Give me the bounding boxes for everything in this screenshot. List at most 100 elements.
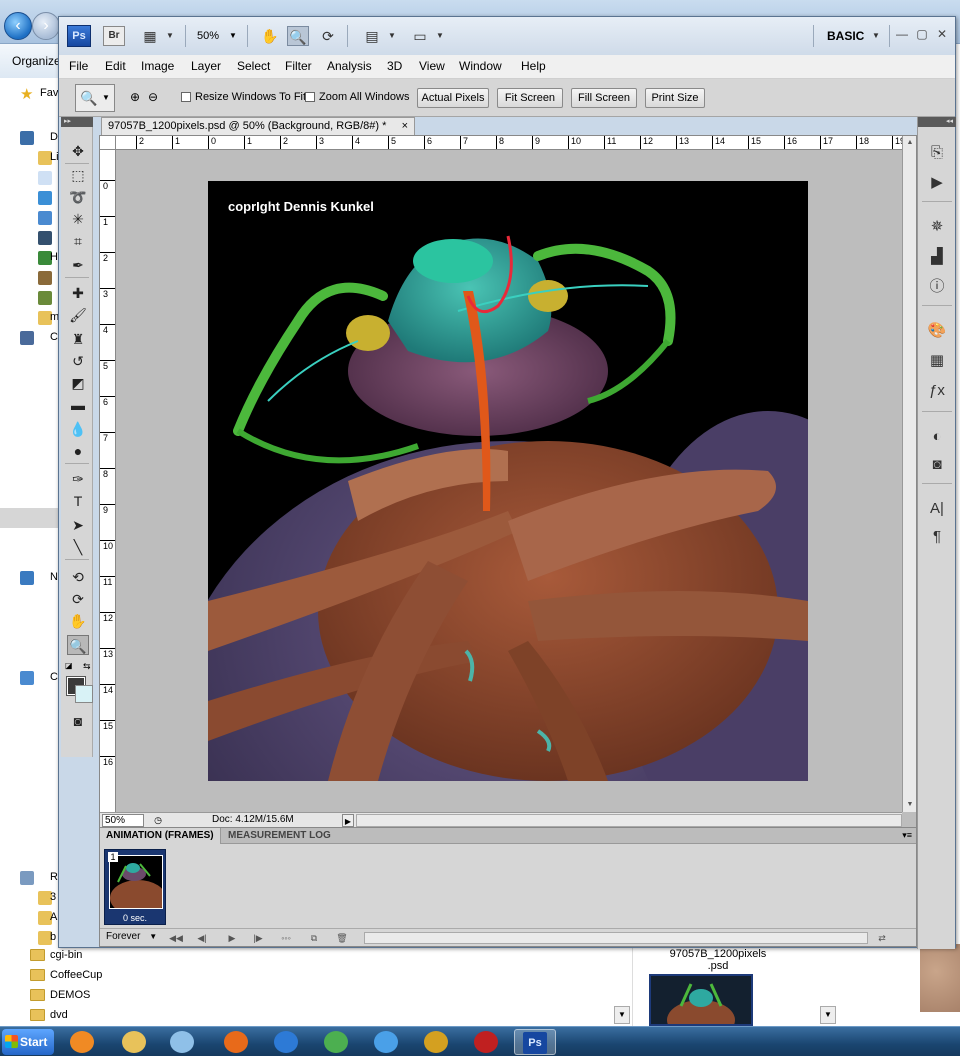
scroll-up-arrow[interactable]: ▲ [903, 136, 917, 150]
navigator-panel-icon[interactable]: ✵ [926, 217, 948, 237]
folder-item[interactable]: dvd [30, 1006, 330, 1026]
hand-tool-icon[interactable]: ✋ [67, 611, 89, 631]
nav-item[interactable]: N [0, 568, 60, 588]
menu-image[interactable]: Image [141, 59, 174, 73]
screen-mode-icon[interactable]: ▭ [409, 26, 431, 46]
zoom-field[interactable]: 50% [102, 814, 144, 827]
healing-brush-tool-icon[interactable]: ✚ [67, 283, 89, 303]
tab-measurement-log[interactable]: MEASUREMENT LOG [222, 828, 337, 844]
nav-item[interactable]: m [0, 308, 60, 328]
actions-panel-icon[interactable]: ▶ [926, 173, 948, 193]
history-brush-tool-icon[interactable]: ↺ [67, 351, 89, 371]
quick-mask-icon[interactable]: ◙ [67, 711, 89, 731]
fit-screen-button[interactable]: Fit Screen [497, 88, 563, 108]
loop-options-select[interactable]: Forever ▼ [106, 931, 157, 942]
start-button[interactable]: Start [2, 1029, 54, 1055]
menu-analysis[interactable]: Analysis [327, 59, 372, 73]
type-tool-icon[interactable]: T [67, 491, 89, 511]
lasso-tool-icon[interactable]: ➰ [67, 187, 89, 207]
zoom-level-select[interactable]: 50% ▼ [197, 26, 243, 46]
clone-stamp-tool-icon[interactable]: ♜ [67, 329, 89, 349]
folder-item[interactable]: cgi-bin [30, 946, 330, 966]
menu-layer[interactable]: Layer [191, 59, 221, 73]
character-panel-icon[interactable]: A| [926, 499, 948, 519]
folder-item[interactable]: DEMOS [30, 986, 330, 1006]
nav-item[interactable]: Li [0, 148, 60, 168]
favorites-item[interactable]: ★ Fav [0, 84, 60, 104]
nav-item[interactable] [0, 168, 60, 188]
maximize-icon[interactable]: ▢ [915, 27, 929, 41]
paragraph-panel-icon[interactable]: ¶ [926, 527, 948, 547]
nav-item[interactable]: 3 [0, 888, 60, 908]
nav-item[interactable]: C [0, 328, 60, 348]
panel-menu-icon[interactable]: ▾≡ [902, 828, 912, 843]
ruler-origin[interactable] [100, 136, 116, 150]
tween-icon[interactable]: ◦◦◦ [278, 931, 294, 945]
quick-selection-tool-icon[interactable]: ✳ [67, 209, 89, 229]
tab-animation-frames[interactable]: ANIMATION (FRAMES) [100, 828, 221, 844]
default-colors-icon[interactable]: ◪ [65, 661, 73, 670]
vertical-ruler[interactable]: 0 1 2 3 4 5 6 7 8 9 10 11 12 13 14 15 16 [100, 150, 116, 812]
styles-panel-icon[interactable]: ƒx [926, 381, 948, 401]
taskbar-item[interactable] [114, 1029, 156, 1055]
hand-tool-icon[interactable]: ✋ [259, 26, 281, 46]
animation-frame[interactable]: 1 0 sec. [104, 849, 166, 925]
panel-expand-handle[interactable]: ◂◂ [918, 117, 956, 127]
forward-button[interactable]: › [32, 12, 60, 40]
nav-item[interactable] [0, 188, 60, 208]
move-tool-icon[interactable]: ✥ [67, 141, 89, 161]
rotate-view-icon[interactable]: ⟳ [317, 26, 339, 46]
crop-tool-icon[interactable]: ⌗ [67, 231, 89, 251]
taskbar-item[interactable] [62, 1029, 104, 1055]
chevron-down-icon[interactable]: ▼ [381, 26, 403, 46]
pen-tool-icon[interactable]: ✑ [67, 469, 89, 489]
taskbar-item[interactable] [416, 1029, 458, 1055]
taskbar-item[interactable] [162, 1029, 204, 1055]
workspace-switcher[interactable]: BASIC [827, 29, 864, 43]
arrange-documents-icon[interactable]: ▤ [361, 26, 383, 46]
nav-item[interactable] [0, 268, 60, 288]
status-menu-arrow[interactable]: ▶ [342, 814, 354, 827]
chevron-down-icon[interactable]: ▼ [429, 26, 451, 46]
menu-edit[interactable]: Edit [105, 59, 126, 73]
menu-view[interactable]: View [419, 59, 445, 73]
nav-item[interactable]: R [0, 868, 60, 888]
taskbar-item[interactable] [466, 1029, 508, 1055]
nav-item[interactable] [0, 228, 60, 248]
taskbar-item[interactable] [316, 1029, 358, 1055]
histogram-panel-icon[interactable]: ▟ [926, 247, 948, 267]
first-frame-icon[interactable]: ◀◀ [168, 931, 184, 945]
document-tab[interactable]: 97057B_1200pixels.psd @ 50% (Background,… [101, 117, 415, 135]
info-panel-icon[interactable]: ⓘ [926, 277, 948, 297]
tool-preset-picker[interactable]: 🔍 ▼ [75, 84, 115, 112]
nav-item[interactable] [0, 208, 60, 228]
minimize-icon[interactable]: — [895, 27, 909, 41]
nav-item-selected[interactable] [0, 508, 60, 528]
gradient-tool-icon[interactable]: ▬ [67, 395, 89, 415]
3d-orbit-tool-icon[interactable]: ⟳ [67, 589, 89, 609]
bridge-button[interactable]: Br [103, 26, 125, 46]
zoom-all-windows-checkbox[interactable] [305, 92, 315, 102]
taskbar-item[interactable] [266, 1029, 308, 1055]
masks-panel-icon[interactable]: ◙ [926, 455, 948, 475]
menu-help[interactable]: Help [521, 59, 546, 73]
path-selection-tool-icon[interactable]: ➤ [67, 515, 89, 535]
color-panel-icon[interactable]: 🎨 [926, 321, 948, 341]
3d-rotate-tool-icon[interactable]: ⟲ [67, 567, 89, 587]
taskbar-item[interactable]: Ps [514, 1029, 556, 1055]
close-icon[interactable]: × [402, 118, 408, 134]
horizontal-scrollbar[interactable] [364, 932, 868, 944]
taskbar-item[interactable] [216, 1029, 258, 1055]
folder-item[interactable]: CoffeeCup [30, 966, 330, 986]
actual-pixels-button[interactable]: Actual Pixels [417, 88, 489, 108]
scroll-down-arrow[interactable]: ▼ [614, 1006, 630, 1024]
menu-select[interactable]: Select [237, 59, 270, 73]
document-window[interactable]: 21012345678910111213141516171819 0123456… [99, 135, 917, 829]
swap-colors-icon[interactable]: ⇆ [83, 661, 91, 672]
view-extras-icon[interactable]: ▦ [139, 26, 161, 46]
nav-item[interactable]: A [0, 908, 60, 928]
nav-item[interactable]: C [0, 668, 60, 688]
previous-frame-icon[interactable]: ◀| [194, 931, 210, 945]
zoom-in-icon[interactable]: ⊕ [127, 89, 143, 105]
fill-screen-button[interactable]: Fill Screen [571, 88, 637, 108]
